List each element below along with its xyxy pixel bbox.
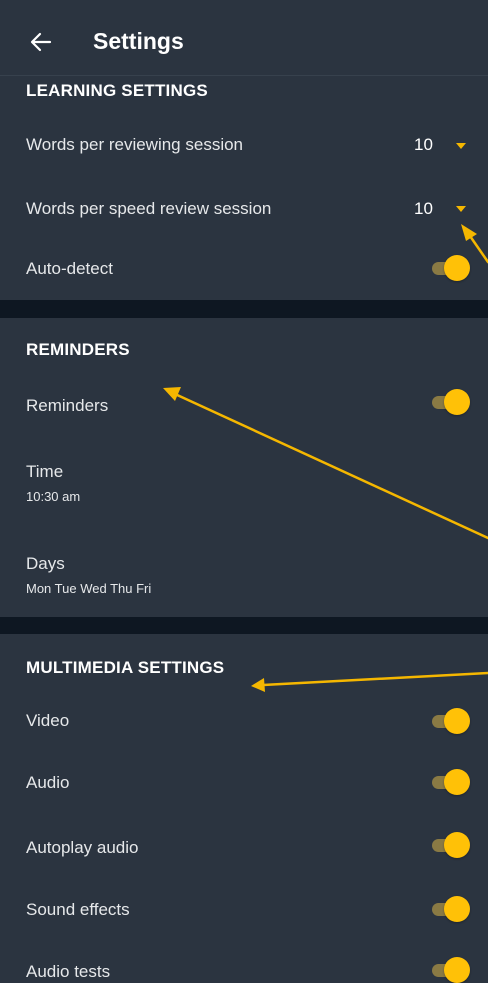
sound-effects-toggle[interactable] [432, 896, 470, 922]
auto-detect-label: Auto-detect [26, 259, 113, 278]
time-label[interactable]: Time [26, 462, 63, 482]
audio-tests-label: Audio tests [26, 962, 111, 981]
words-per-review-label[interactable]: Words per reviewing session [26, 135, 243, 155]
reminders-toggle[interactable] [432, 389, 470, 415]
auto-detect-toggle[interactable] [432, 255, 470, 281]
audio-tests-toggle[interactable] [432, 957, 470, 983]
time-value[interactable]: 10:30 am [26, 489, 80, 504]
toggle-thumb [444, 957, 470, 983]
words-per-review-value[interactable]: 10 [414, 135, 433, 155]
toggle-thumb [444, 255, 470, 281]
video-toggle[interactable] [432, 708, 470, 734]
section-divider [0, 300, 488, 318]
days-label[interactable]: Days [26, 554, 65, 574]
chevron-down-icon[interactable] [456, 206, 466, 212]
video-label: Video [26, 711, 70, 730]
section-divider [0, 617, 488, 634]
autoplay-audio-label: Autoplay audio [26, 838, 139, 857]
toggle-thumb [444, 769, 470, 795]
audio-label: Audio [26, 773, 70, 792]
chevron-down-icon[interactable] [456, 143, 466, 149]
autoplay-audio-toggle[interactable] [432, 832, 470, 858]
reminders-label: Reminders [26, 396, 109, 415]
words-per-speed-review-value[interactable]: 10 [414, 199, 433, 219]
arrow-left-icon[interactable] [30, 31, 52, 53]
section-title-reminders: REMINDERS [26, 340, 130, 359]
section-title-learning: LEARNING SETTINGS [26, 81, 208, 100]
page-title: Settings [93, 28, 184, 54]
toggle-thumb [444, 832, 470, 858]
toggle-thumb [444, 389, 470, 415]
days-value[interactable]: Mon Tue Wed Thu Fri [26, 581, 151, 596]
section-title-multimedia: MULTIMEDIA SETTINGS [26, 658, 225, 677]
toggle-thumb [444, 896, 470, 922]
audio-toggle[interactable] [432, 769, 470, 795]
app-bar: Settings [0, 0, 488, 76]
annotation-arrow [251, 671, 488, 692]
sound-effects-label: Sound effects [26, 900, 130, 919]
toggle-thumb [444, 708, 470, 734]
words-per-speed-review-label[interactable]: Words per speed review session [26, 199, 271, 219]
